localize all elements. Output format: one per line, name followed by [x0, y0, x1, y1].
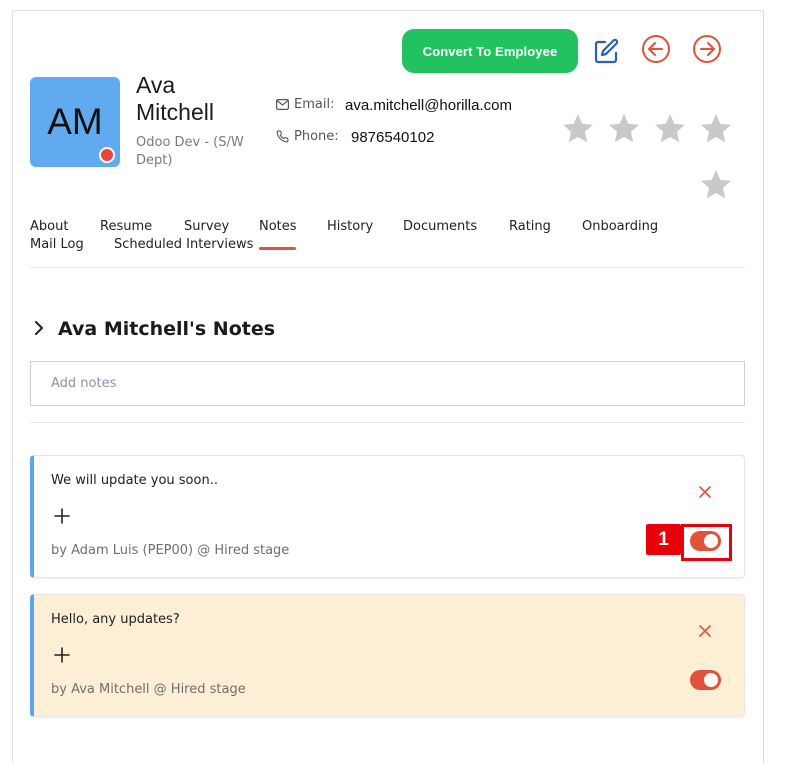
tab-history[interactable]: History — [327, 219, 373, 234]
rating-star-icon[interactable] — [698, 167, 734, 203]
email-value[interactable]: ava.mitchell@horilla.com — [345, 97, 512, 114]
plus-icon[interactable] — [54, 508, 70, 528]
avatar-initials: AM — [47, 101, 103, 142]
phone-label: Phone: — [276, 129, 339, 144]
tab-notes[interactable]: Notes — [259, 219, 297, 234]
next-arrow-icon[interactable] — [691, 33, 723, 65]
tab-mail-log[interactable]: Mail Log — [30, 237, 84, 252]
tab-scheduled-interviews[interactable]: Scheduled Interviews — [114, 237, 253, 252]
tab-rating[interactable]: Rating — [509, 219, 551, 234]
note-visibility-toggle[interactable] — [690, 670, 721, 690]
active-tab-indicator — [259, 247, 296, 250]
tab-survey[interactable]: Survey — [184, 219, 229, 234]
note-author: by Adam Luis (PEP00) @ Hired stage — [51, 543, 290, 558]
tabs-divider — [30, 267, 745, 268]
email-label: Email: — [276, 97, 334, 112]
rating-star-icon[interactable] — [606, 111, 642, 147]
status-indicator — [99, 147, 115, 163]
tab-about[interactable]: About — [30, 219, 68, 234]
previous-arrow-icon[interactable] — [640, 33, 672, 65]
annotation-badge: 1 — [646, 524, 681, 555]
chevron-right-icon[interactable] — [33, 320, 45, 340]
close-icon[interactable] — [698, 484, 712, 503]
phone-value: 9876540102 — [351, 129, 435, 146]
note-card: We will update you soon.. by Adam Luis (… — [30, 455, 745, 578]
add-notes-input[interactable] — [30, 361, 745, 406]
phone-icon — [276, 130, 289, 143]
candidate-name: Ava Mitchell — [136, 72, 214, 125]
annotation-highlight — [681, 524, 732, 561]
rating-star-icon[interactable] — [698, 111, 734, 147]
note-author: by Ava Mitchell @ Hired stage — [51, 682, 246, 697]
notes-title: Ava Mitchell's Notes — [58, 318, 276, 340]
edit-icon[interactable] — [592, 36, 622, 66]
close-icon[interactable] — [698, 623, 712, 642]
note-card: Hello, any updates? by Ava Mitchell @ Hi… — [30, 594, 745, 717]
convert-to-employee-button[interactable]: Convert To Employee — [402, 29, 578, 73]
note-text: We will update you soon.. — [51, 473, 218, 488]
plus-icon[interactable] — [54, 647, 70, 667]
rating-star-icon[interactable] — [652, 111, 688, 147]
candidate-role: Odoo Dev - (S/W Dept) — [136, 135, 244, 168]
rating-star-icon[interactable] — [560, 111, 596, 147]
tab-documents[interactable]: Documents — [403, 219, 477, 234]
note-text: Hello, any updates? — [51, 612, 180, 627]
notes-divider — [30, 422, 745, 423]
tab-resume[interactable]: Resume — [100, 219, 152, 234]
tab-onboarding[interactable]: Onboarding — [582, 219, 658, 234]
mail-icon — [276, 99, 289, 110]
